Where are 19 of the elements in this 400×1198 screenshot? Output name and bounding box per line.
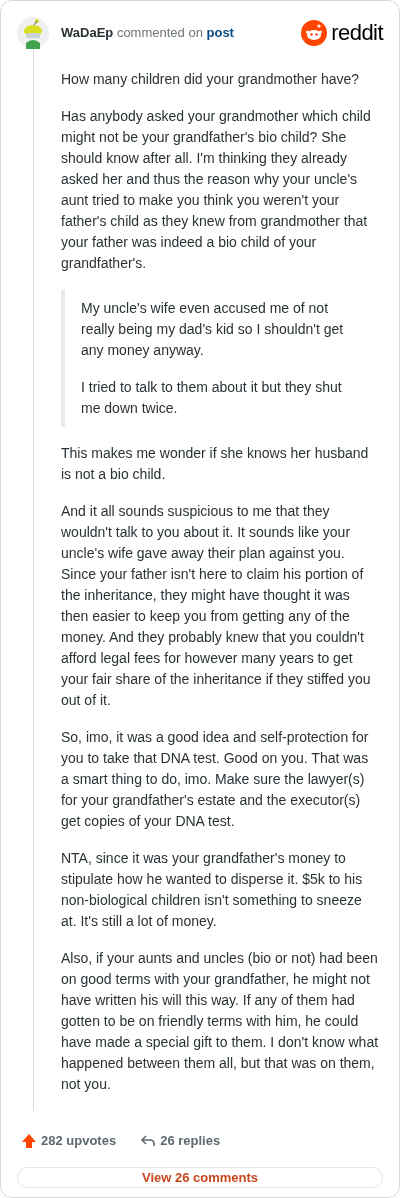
comment-paragraph: This makes me wonder if she knows her husband is not a bio child. (61, 444, 370, 484)
upvote-count: 282 upvotes (41, 1132, 117, 1150)
comment-paragraph: NTA, since it was your grandfather's money to stipulate how he wanted to disperse it. $5k to his non-biological children isn't something to sneeze at. It's still a lot of money. (61, 849, 364, 931)
comment-paragraph: How many children did your grandmother have? (61, 70, 361, 89)
comment-paragraph: And it all sounds suspicious to me that they wouldn't talk to you about it. It sounds like your uncle's wife gave away their plan against you. Since your father isn't here to claim his portion of the inheritance, they might have thought it was then easier to keep you from getting any of the money. And they probably knew that you couldn't afford legal fees for however many years to get your fair share of the inheritance if they stiffed you out of it. (61, 502, 372, 710)
upvote-arrow-icon[interactable] (21, 1132, 37, 1149)
avatar-icon (17, 17, 49, 49)
author-name[interactable]: WaDaEp (61, 25, 114, 41)
brand-wordmark: reddit (331, 22, 383, 44)
comment-paragraph: Has anybody asked your grandmother which child might not be your grandfather's bio child? She should know after all. I'm thinking they already asked her and thus the reason why your uncle's aunt tried to make you think you weren't your father's child as they knew from grandmother that your father was indeed a bio child of your grandfather's. (61, 107, 372, 273)
action-text: commented on (116, 25, 203, 41)
quote-paragraph: My uncle's wife even accused me of not really being my dad's kid so I shouldn't get any money anyway. (81, 299, 345, 360)
reply-count: 26 replies (160, 1132, 221, 1150)
reddit-logo-icon (301, 20, 328, 46)
quote-paragraph: I tried to talk to them about it but they shut me down twice. (81, 378, 343, 418)
post-link[interactable]: post (206, 25, 234, 41)
reply-arrow-icon[interactable] (140, 1132, 157, 1149)
comment-paragraph: So, imo, it was a good idea and self-protection for you to take that DNA test. Good on you. That was a smart thing to do, imo. Make sure the lawyer(s) for your grandfather's estate and the executor(s) get copies of your DNA test. (61, 728, 370, 831)
comment-paragraph: Also, if your aunts and uncles (bio or not) had been on good terms with your grandfather, he might not have written his will this way. If any of them had gotten to be on friendly terms with him, he could have made a special gift to them. I don't know what happened between them all, but that was on them, not you. (61, 949, 379, 1094)
